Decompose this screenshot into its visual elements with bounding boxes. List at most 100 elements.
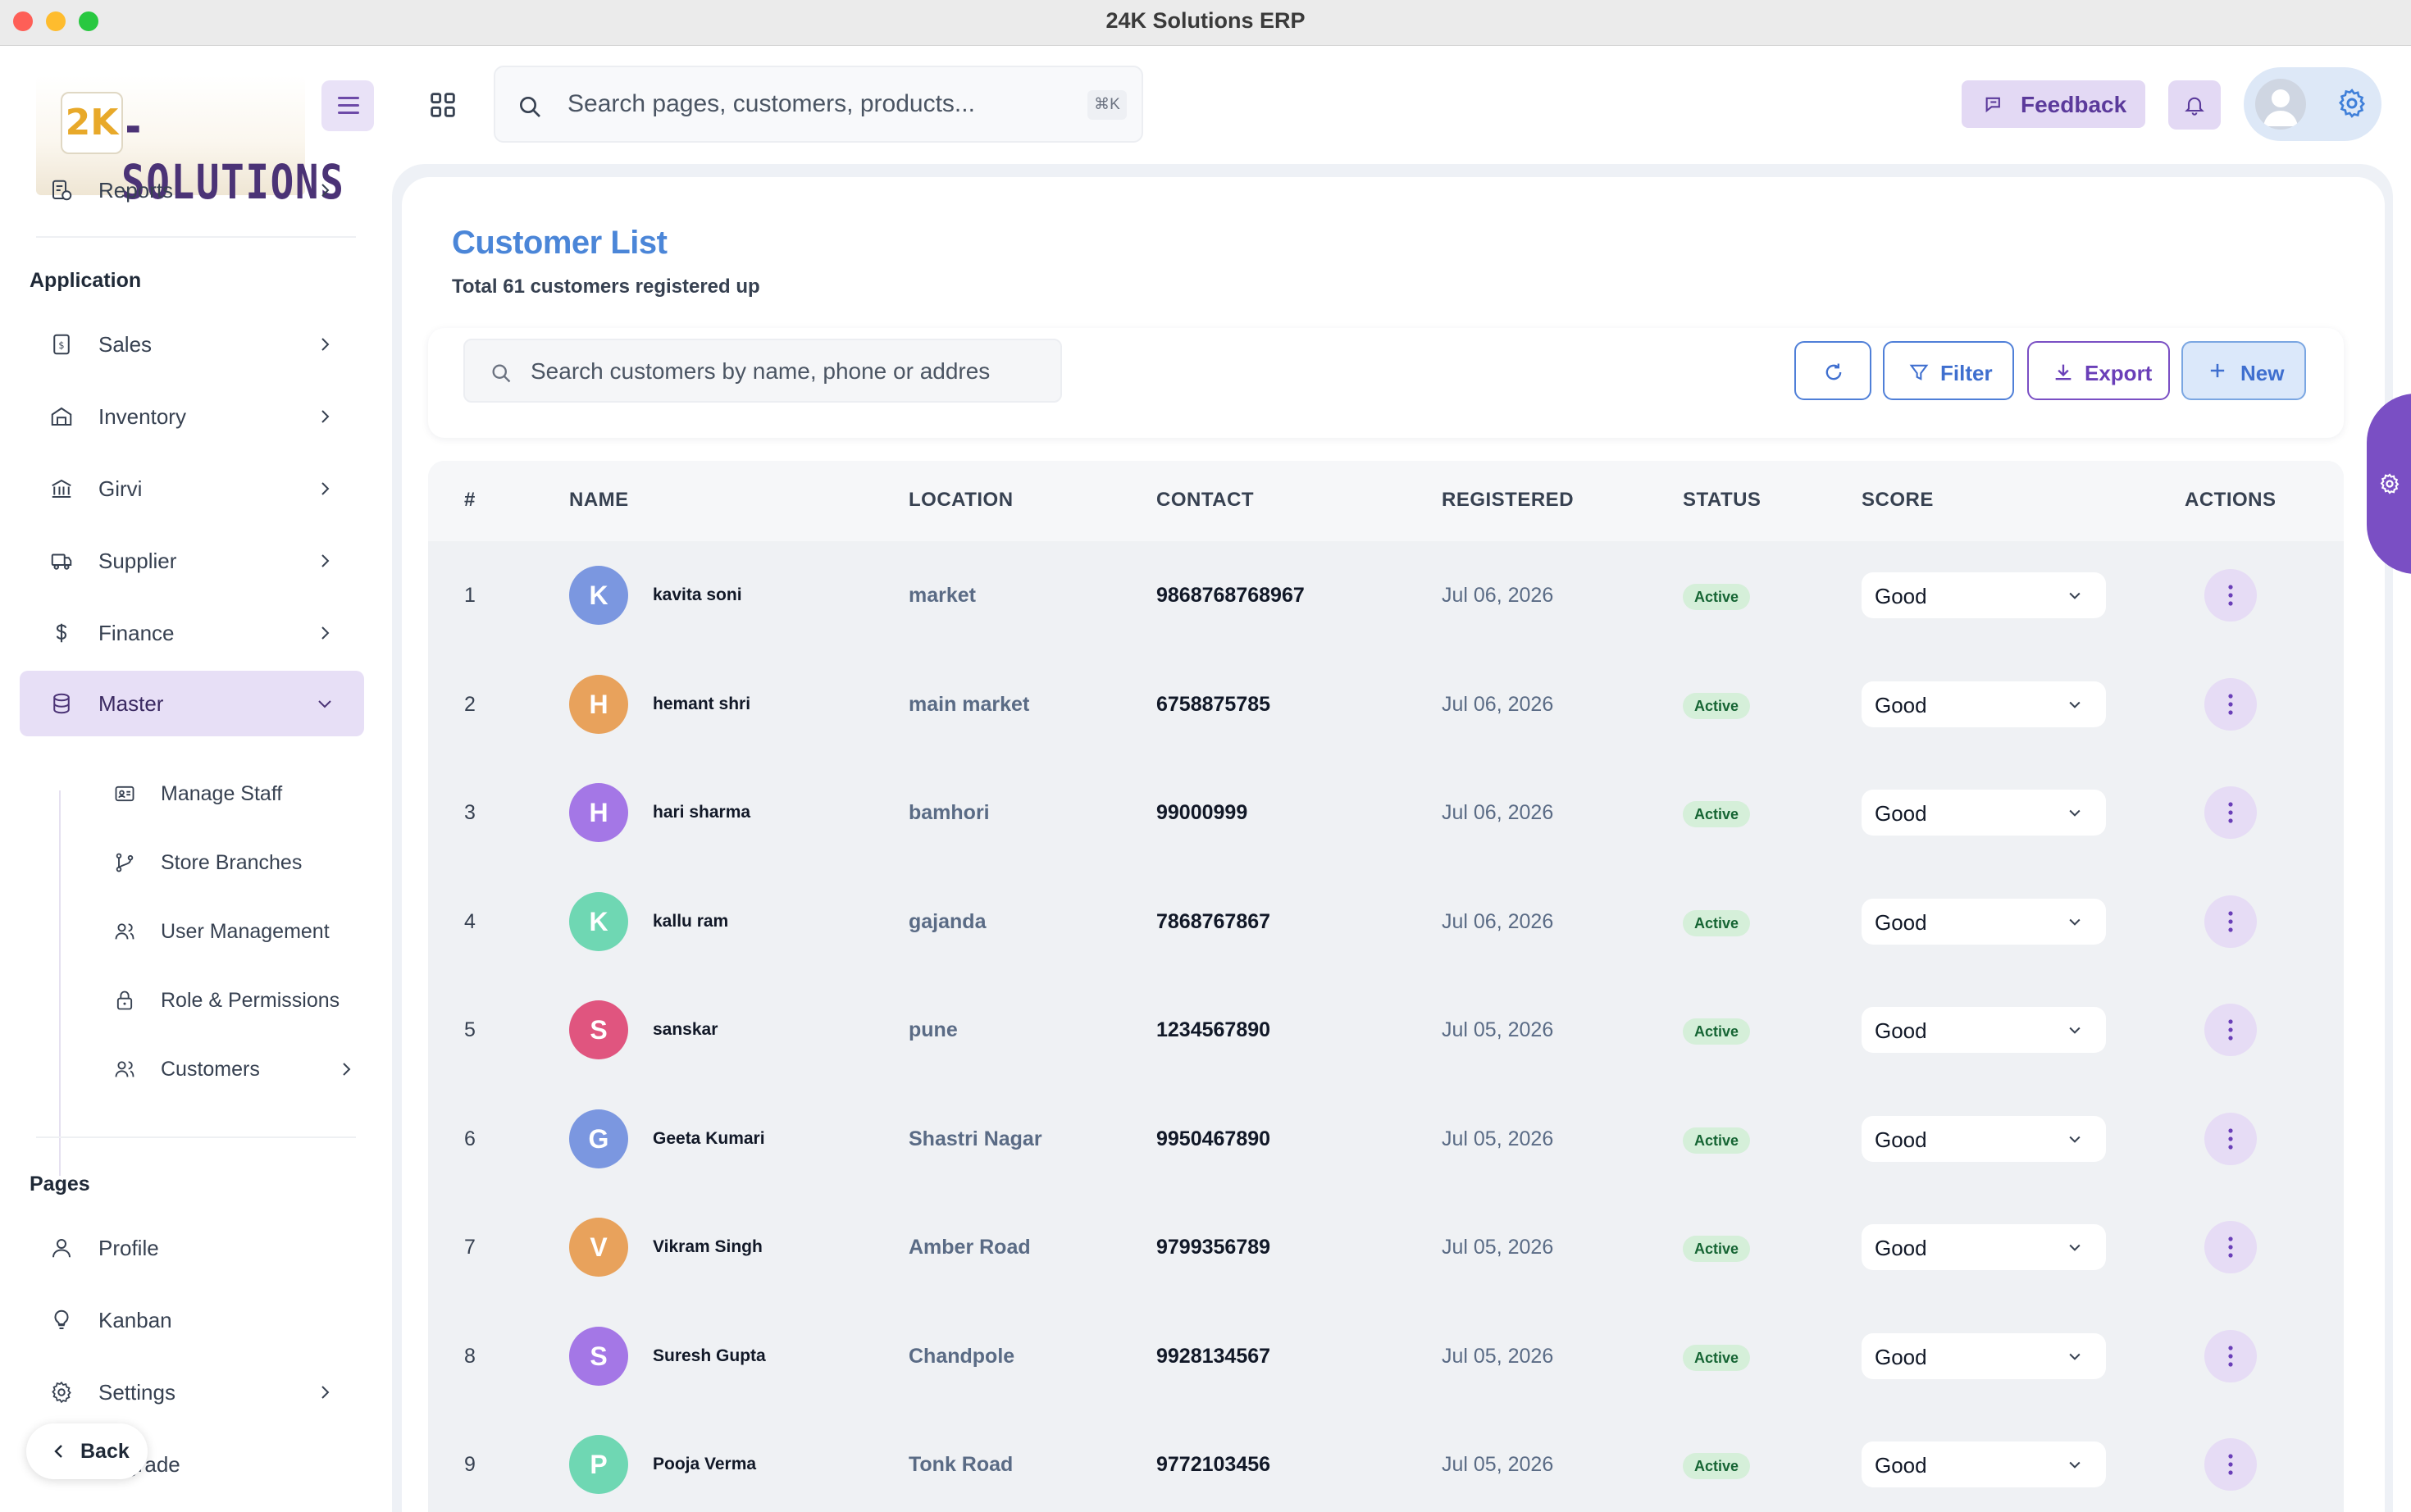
status-badge: Active — [1683, 1127, 1751, 1154]
table-row[interactable]: 7 V Vikram Singh Amber Road 9799356789 Jul 05… — [428, 1193, 2344, 1301]
customer-name[interactable]: hari sharma — [653, 803, 750, 822]
customer-name[interactable]: kallu ram — [653, 912, 728, 931]
sidebar-item-label: Kanban — [98, 1307, 172, 1332]
customer-name[interactable]: Geeta Kumari — [653, 1129, 765, 1149]
score-select[interactable]: Good — [1862, 1007, 2106, 1053]
column-header-name[interactable]: NAME — [569, 489, 629, 512]
section-label-pages: Pages — [30, 1173, 90, 1195]
column-header-registered[interactable]: REGISTERED — [1442, 489, 1574, 512]
customer-location: main market — [909, 692, 1030, 716]
export-button[interactable]: Export — [2027, 341, 2170, 400]
notifications-button[interactable] — [2168, 80, 2221, 130]
more-vertical-icon — [2228, 1019, 2233, 1041]
customer-avatar: G — [569, 1109, 628, 1168]
customer-name[interactable]: Vikram Singh — [653, 1237, 763, 1257]
score-value: Good — [1875, 801, 1927, 826]
customer-name[interactable]: hemant shri — [653, 695, 750, 714]
filter-button[interactable]: Filter — [1883, 341, 2014, 400]
customer-name[interactable]: kavita soni — [653, 585, 742, 605]
column-header-location[interactable]: LOCATION — [909, 489, 1014, 512]
customer-avatar: K — [569, 891, 628, 951]
hamburger-icon — [338, 97, 359, 99]
row-actions-button[interactable] — [2204, 677, 2257, 731]
row-actions-button[interactable] — [2204, 895, 2257, 948]
score-select[interactable]: Good — [1862, 681, 2106, 727]
customer-name[interactable]: sanskar — [653, 1020, 718, 1040]
grid-icon[interactable] — [426, 89, 459, 121]
column-header-status[interactable]: STATUS — [1683, 489, 1761, 512]
sidebar: 2K -SOLUTIONS Reports Application $ Sale… — [0, 46, 385, 1512]
row-actions-button[interactable] — [2204, 1112, 2257, 1165]
column-header-contact[interactable]: CONTACT — [1156, 489, 1254, 512]
chevron-down-icon — [2069, 918, 2081, 926]
score-select[interactable]: Good — [1862, 898, 2106, 945]
window-title: 24K Solutions ERP — [1105, 8, 1306, 33]
user-menu[interactable] — [2244, 67, 2381, 141]
feedback-button[interactable]: Feedback — [1962, 80, 2145, 128]
avatar[interactable] — [2255, 79, 2306, 130]
lock-icon — [116, 991, 133, 1010]
score-select[interactable]: Good — [1862, 1441, 2106, 1487]
theme-customizer-tab[interactable] — [2367, 394, 2411, 574]
table-row[interactable]: 6 G Geeta Kumari Shastri Nagar 9950467890 Jul… — [428, 1085, 2344, 1193]
sidebar-item-profile[interactable]: Profile — [20, 1215, 364, 1281]
score-select[interactable]: Good — [1862, 1115, 2106, 1162]
svg-text:$: $ — [58, 340, 64, 351]
sidebar-item-settings[interactable]: Settings — [20, 1359, 364, 1425]
column-header-score[interactable]: SCORE — [1862, 489, 1934, 512]
customer-location: bamhori — [909, 801, 990, 824]
table-row[interactable]: 2 Hhemant shri main market 6758875785 Jul 06… — [428, 650, 2344, 758]
plus-icon — [2210, 363, 2225, 378]
table-row[interactable]: 3 Hhari sharma bamhori 99000999 Jul 06, 2026… — [428, 758, 2344, 867]
sidebar-item-girvi[interactable]: Girvi — [20, 456, 364, 521]
sidebar-subitem-label: Store Branches — [161, 850, 303, 874]
refresh-button[interactable] — [1794, 341, 1871, 400]
sidebar-item-reports[interactable]: Reports — [20, 157, 364, 223]
customer-avatar: S — [569, 1000, 628, 1059]
table-row[interactable]: 8 S Suresh Gupta Chandpole 9928134567 Jul 05,… — [428, 1302, 2344, 1410]
sidebar-item-inventory[interactable]: Inventory — [20, 384, 364, 449]
row-actions-button[interactable] — [2204, 786, 2257, 839]
score-select[interactable]: Good — [1862, 1224, 2106, 1270]
table-row[interactable]: 4 Kkallu ram gajanda 7868767867 Jul 06, 2026… — [428, 868, 2344, 976]
table-row[interactable]: 5 Ssanskar pune 1234567890 Jul 05, 2026 Activ… — [428, 976, 2344, 1084]
row-actions-button[interactable] — [2204, 1438, 2257, 1491]
customer-registered: Jul 06, 2026 — [1442, 584, 1554, 607]
chevron-right-icon — [321, 338, 330, 351]
menu-toggle-button[interactable] — [321, 80, 374, 131]
customer-search-input[interactable]: Search customers by name, phone or addre… — [463, 339, 1062, 403]
customer-name[interactable]: Pooja Verma — [653, 1455, 756, 1474]
sidebar-item-sales[interactable]: $ Sales — [20, 312, 364, 377]
sidebar-item-kanban[interactable]: Kanban — [20, 1287, 364, 1353]
status-badge: Active — [1683, 1018, 1751, 1045]
more-vertical-icon — [2228, 1236, 2233, 1258]
score-select[interactable]: Good — [1862, 790, 2106, 836]
table-row[interactable]: 9 P Pooja Verma Tonk Road 9772103456 Jul 05, … — [428, 1410, 2344, 1512]
more-vertical-icon — [2228, 693, 2233, 715]
sidebar-item-supplier[interactable]: Supplier — [20, 528, 364, 594]
sidebar-item-master[interactable]: Master — [20, 671, 364, 736]
more-vertical-icon — [2228, 802, 2233, 823]
row-actions-button[interactable] — [2204, 1329, 2257, 1382]
new-customer-button[interactable]: New — [2181, 341, 2306, 400]
row-actions-button[interactable] — [2204, 569, 2257, 622]
chevron-down-icon — [2069, 592, 2081, 599]
back-button[interactable]: Back — [26, 1423, 148, 1479]
sidebar-item-label: Master — [98, 690, 164, 716]
score-select[interactable]: Good — [1862, 572, 2106, 618]
logo-badge: 2K — [61, 92, 123, 154]
row-actions-button[interactable] — [2204, 1004, 2257, 1056]
customer-name[interactable]: Suresh Gupta — [653, 1346, 766, 1366]
table-row[interactable]: 1 Kkavita soni market 9868768768967 Jul 06, … — [428, 541, 2344, 649]
sidebar-subitem-customers[interactable]: Customers — [98, 1045, 361, 1094]
customer-registered: Jul 05, 2026 — [1442, 1018, 1554, 1041]
gear-icon[interactable] — [2336, 87, 2368, 120]
global-search-input[interactable]: Search pages, customers, products... ⌘K — [494, 66, 1143, 143]
sidebar-item-finance[interactable]: Finance — [20, 600, 364, 666]
status-badge: Active — [1683, 801, 1751, 827]
column-header-index: # — [464, 489, 476, 511]
status-badge: Active — [1683, 1453, 1751, 1479]
score-select[interactable]: Good — [1862, 1332, 2106, 1379]
row-actions-button[interactable] — [2204, 1221, 2257, 1273]
users-icon — [115, 923, 134, 940]
